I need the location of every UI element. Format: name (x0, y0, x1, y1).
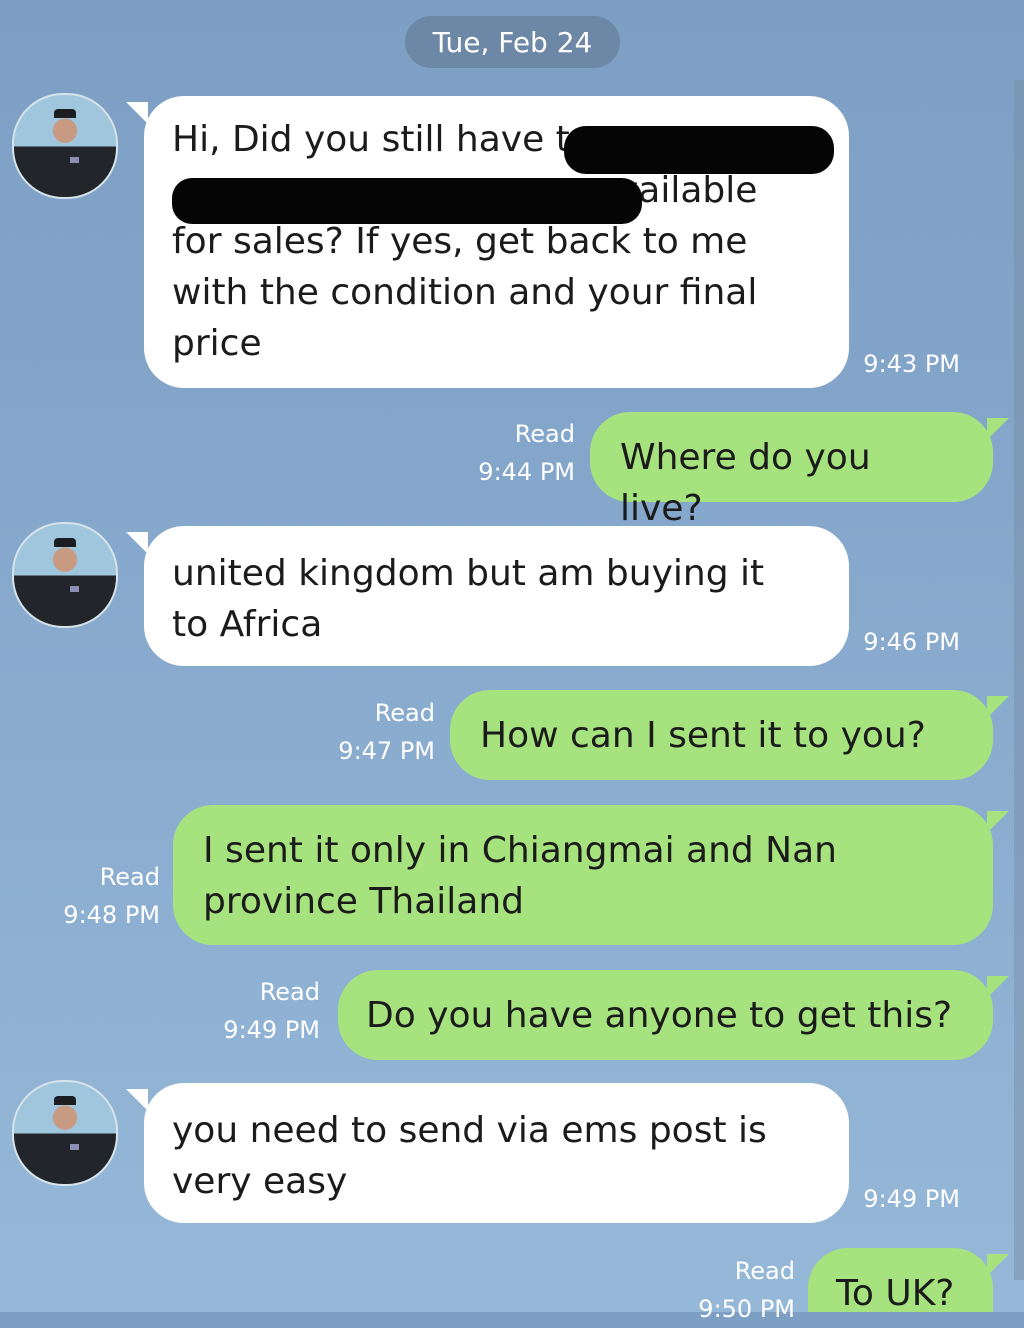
date-separator: Tue, Feb 24 (405, 16, 620, 68)
message-time: 9:46 PM (863, 628, 960, 656)
message-time: 9:50 PM (698, 1295, 795, 1323)
message-meta: Read 9:47 PM (330, 694, 435, 770)
message-meta: Read 9:49 PM (220, 973, 320, 1049)
message-bubble-outgoing[interactable]: How can I sent it to you? (450, 690, 1009, 780)
message-text: Do you have anyone to get this? (366, 995, 953, 1036)
scrollbar[interactable] (1014, 80, 1024, 1280)
message-time: 9:47 PM (338, 737, 435, 765)
message-meta: Read 9:44 PM (470, 415, 575, 491)
message-meta: Read 9:48 PM (55, 858, 160, 934)
message-bubble-outgoing[interactable]: To UK? (808, 1248, 1009, 1314)
contact-avatar-icon[interactable] (12, 93, 118, 199)
message-meta: Read 9:50 PM (690, 1252, 795, 1328)
message-text: I sent it only in Chiangmai and Nan prov… (203, 830, 837, 922)
message-bubble-outgoing[interactable]: Where do you live? (590, 412, 1009, 529)
redaction-mark (564, 126, 834, 174)
read-status: Read (514, 420, 575, 448)
contact-avatar-icon[interactable] (12, 522, 118, 628)
message-time: 9:43 PM (863, 350, 960, 378)
message-text: How can I sent it to you? (480, 715, 926, 756)
message-bubble-outgoing[interactable]: Do you have anyone to get this? (338, 970, 1009, 1060)
read-status: Read (99, 863, 160, 891)
message-time: 9:49 PM (863, 1185, 960, 1213)
message-time: 9:48 PM (63, 901, 160, 929)
redaction-mark (172, 178, 642, 224)
message-bubble-incoming[interactable]: united kingdom but am buying it to Afric… (126, 526, 849, 666)
message-bubble-incoming[interactable]: you need to send via ems post is very ea… (126, 1083, 849, 1223)
read-status: Read (259, 978, 320, 1006)
message-bubble-outgoing[interactable]: I sent it only in Chiangmai and Nan prov… (173, 805, 1009, 945)
message-time: 9:44 PM (478, 458, 575, 486)
date-label: Tue, Feb 24 (432, 25, 593, 59)
message-text: To UK? (836, 1273, 955, 1314)
message-bubble-incoming[interactable]: Hi, Did you still have t vailable for sa… (126, 96, 849, 388)
message-text: you need to send via ems post is very ea… (172, 1110, 767, 1202)
read-status: Read (734, 1257, 795, 1285)
message-time: 9:49 PM (223, 1016, 320, 1044)
contact-avatar-icon[interactable] (12, 1080, 118, 1186)
message-text: united kingdom but am buying it to Afric… (172, 553, 765, 645)
message-text: Where do you live? (620, 437, 871, 529)
read-status: Read (374, 699, 435, 727)
